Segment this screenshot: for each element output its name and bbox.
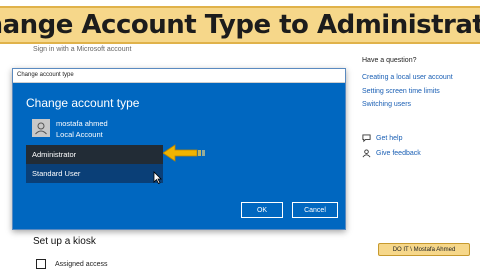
give-feedback-link[interactable]: Give feedback bbox=[362, 149, 421, 158]
option-administrator-label: Administrator bbox=[32, 150, 77, 159]
assigned-access-label: Assigned access bbox=[55, 260, 108, 268]
cancel-button-label: Cancel bbox=[304, 206, 326, 214]
signin-microsoft-link[interactable]: Sign in with a Microsoft account bbox=[33, 46, 131, 53]
credit-badge: DO IT \ Mostafa Ahmed bbox=[378, 243, 470, 256]
credit-text: DO IT \ Mostafa Ahmed bbox=[392, 246, 456, 253]
kiosk-section-title: Set up a kiosk bbox=[33, 236, 96, 247]
assigned-access-item[interactable]: Assigned access bbox=[36, 259, 108, 269]
link-switching-users[interactable]: Switching users bbox=[362, 101, 411, 108]
dialog-window-title: Change account type bbox=[17, 72, 74, 78]
option-administrator[interactable]: Administrator bbox=[26, 145, 163, 164]
option-standard-user[interactable]: Standard User bbox=[26, 164, 163, 183]
user-avatar-icon bbox=[32, 119, 50, 137]
link-screen-time-limits[interactable]: Setting screen time limits bbox=[362, 88, 440, 95]
option-standard-user-label: Standard User bbox=[32, 169, 81, 178]
help-chat-icon bbox=[362, 134, 371, 143]
highlight-arrow-icon bbox=[163, 144, 205, 162]
user-account-type: Local Account bbox=[56, 130, 103, 139]
give-feedback-label: Give feedback bbox=[376, 150, 421, 157]
user-name: mostafa ahmed bbox=[56, 119, 108, 128]
feedback-person-icon bbox=[362, 149, 371, 158]
dialog-heading: Change account type bbox=[26, 96, 140, 110]
have-question-heading: Have a question? bbox=[362, 57, 417, 64]
dialog-titlebar[interactable]: Change account type bbox=[13, 69, 345, 83]
mouse-cursor-icon bbox=[153, 171, 162, 184]
get-help-link[interactable]: Get help bbox=[362, 134, 402, 143]
ok-button-label: OK bbox=[256, 206, 268, 214]
screenshot-root: Sign in with a Microsoft account Have a … bbox=[0, 0, 480, 270]
account-type-dropdown[interactable]: Administrator Standard User bbox=[26, 145, 163, 184]
get-help-label: Get help bbox=[376, 135, 403, 142]
banner-title: Change Account Type to Administrator bbox=[0, 10, 480, 40]
title-banner: Change Account Type to Administrator bbox=[0, 6, 480, 44]
ok-button[interactable]: OK bbox=[241, 202, 283, 218]
cancel-button[interactable]: Cancel bbox=[292, 202, 338, 218]
link-creating-local-account[interactable]: Creating a local user account bbox=[362, 74, 453, 81]
assigned-access-icon bbox=[36, 259, 46, 269]
